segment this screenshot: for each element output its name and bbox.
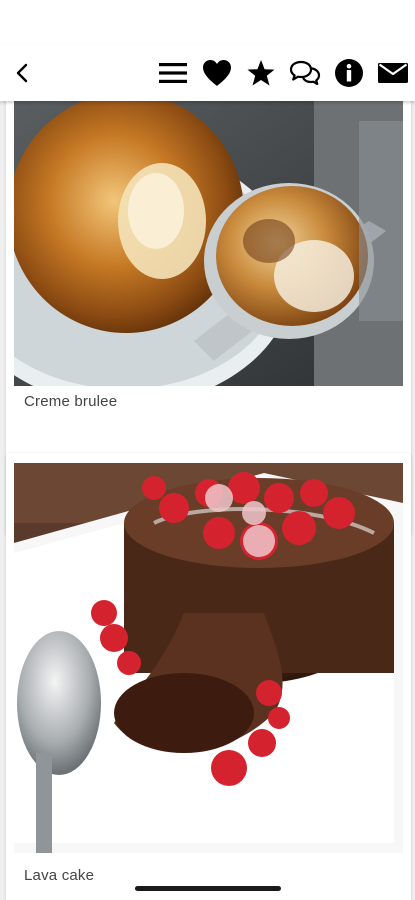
info-icon xyxy=(335,59,363,87)
comments-button[interactable] xyxy=(287,45,323,101)
chevron-left-icon xyxy=(16,63,28,83)
back-button[interactable] xyxy=(8,45,36,101)
recipe-card[interactable]: Lava cake xyxy=(6,453,411,900)
recipe-title: Creme brulee xyxy=(24,393,118,410)
favorite-button[interactable] xyxy=(200,45,234,101)
app-screen: Creme brulee Lava cake xyxy=(0,0,415,900)
top-toolbar xyxy=(0,45,415,101)
info-button[interactable] xyxy=(331,45,367,101)
recipe-title: Lava cake xyxy=(24,867,95,884)
menu-icon xyxy=(159,63,187,83)
recipe-feed[interactable]: Creme brulee Lava cake xyxy=(0,101,415,900)
mail-icon xyxy=(378,63,408,83)
menu-button[interactable] xyxy=(156,45,190,101)
star-icon xyxy=(247,60,275,86)
home-indicator[interactable] xyxy=(135,886,281,891)
recipe-image xyxy=(14,101,403,386)
rate-button[interactable] xyxy=(244,45,278,101)
contact-button[interactable] xyxy=(375,45,411,101)
heart-icon xyxy=(203,60,231,86)
recipe-image xyxy=(14,463,403,853)
chat-icon xyxy=(289,60,321,86)
status-bar xyxy=(0,0,415,45)
